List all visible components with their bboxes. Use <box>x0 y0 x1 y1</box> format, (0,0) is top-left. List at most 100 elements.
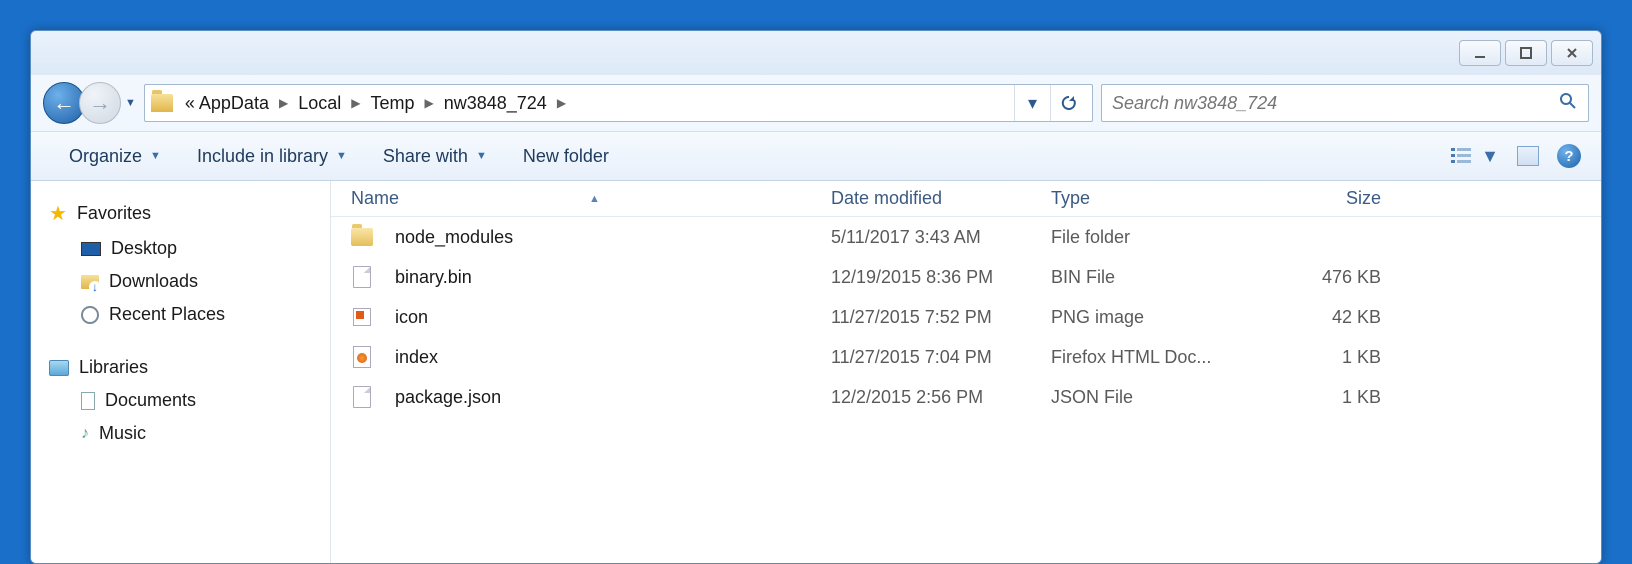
file-size: 1 KB <box>1281 347 1401 368</box>
chevron-right-icon[interactable]: ▶ <box>271 96 296 110</box>
organize-button[interactable]: Organize▼ <box>51 140 179 173</box>
preview-pane-button[interactable] <box>1517 146 1539 166</box>
content-area: ★ Favorites Desktop Downloads Recent Plac… <box>31 181 1601 563</box>
chevron-right-icon[interactable]: ▶ <box>416 96 441 110</box>
html-icon <box>351 346 373 368</box>
column-size-header[interactable]: Size <box>1281 188 1401 209</box>
file-name: package.json <box>395 387 501 408</box>
file-size: 1 KB <box>1281 387 1401 408</box>
breadcrumb: « AppData ▶ Local ▶ Temp ▶ nw3848_724 ▶ <box>183 93 1014 114</box>
search-icon[interactable] <box>1558 91 1578 116</box>
sidebar-favorites[interactable]: ★ Favorites <box>41 195 320 232</box>
file-size: 476 KB <box>1281 267 1401 288</box>
file-type: BIN File <box>1051 267 1281 288</box>
new-folder-label: New folder <box>523 146 609 167</box>
file-type: PNG image <box>1051 307 1281 328</box>
column-headers: Name ▲ Date modified Type Size <box>331 181 1601 217</box>
sidebar-item-label: Libraries <box>79 357 148 378</box>
sidebar-item-label: Desktop <box>111 238 177 259</box>
explorer-window: ← → ▼ « AppData ▶ Local ▶ Temp ▶ nw3848_… <box>30 30 1602 564</box>
caret-down-icon: ▼ <box>476 150 487 162</box>
organize-label: Organize <box>69 146 142 167</box>
file-row[interactable]: node_modules 5/11/2017 3:43 AMFile folder <box>331 217 1601 257</box>
close-button[interactable] <box>1551 40 1593 66</box>
file-name: node_modules <box>395 227 513 248</box>
breadcrumb-segment[interactable]: Local <box>296 93 343 114</box>
sidebar-item-label: Music <box>99 423 146 444</box>
toolbar-right: ▼ ? <box>1451 144 1581 168</box>
search-box <box>1101 84 1589 122</box>
file-name: icon <box>395 307 428 328</box>
png-icon <box>351 306 373 328</box>
sidebar-item-label: Favorites <box>77 203 151 224</box>
breadcrumb-segment[interactable]: Temp <box>368 93 416 114</box>
sort-ascending-icon: ▲ <box>589 193 600 205</box>
nav-buttons: ← → ▼ <box>43 82 136 124</box>
file-date: 12/19/2015 8:36 PM <box>831 267 1051 288</box>
library-icon <box>49 360 69 376</box>
file-size: 42 KB <box>1281 307 1401 328</box>
sidebar-documents[interactable]: Documents <box>41 384 320 417</box>
sidebar-recent-places[interactable]: Recent Places <box>41 298 320 331</box>
navigation-row: ← → ▼ « AppData ▶ Local ▶ Temp ▶ nw3848_… <box>31 75 1601 131</box>
caret-down-icon: ▼ <box>1481 146 1499 167</box>
search-input[interactable] <box>1112 93 1558 114</box>
file-row[interactable]: index 11/27/2015 7:04 PMFirefox HTML Doc.… <box>331 337 1601 377</box>
include-in-library-button[interactable]: Include in library ▼ <box>179 140 365 173</box>
breadcrumb-segment[interactable]: nw3848_724 <box>442 93 549 114</box>
file-date: 12/2/2015 2:56 PM <box>831 387 1051 408</box>
list-view-icon <box>1451 147 1473 165</box>
file-type: Firefox HTML Doc... <box>1051 347 1281 368</box>
folder-icon <box>151 94 173 112</box>
navigation-pane: ★ Favorites Desktop Downloads Recent Plac… <box>31 181 331 563</box>
sidebar-downloads[interactable]: Downloads <box>41 265 320 298</box>
chevron-right-icon[interactable]: ▶ <box>549 96 574 110</box>
file-type: JSON File <box>1051 387 1281 408</box>
refresh-button[interactable] <box>1050 85 1086 121</box>
column-type-header[interactable]: Type <box>1051 188 1281 209</box>
column-name-header[interactable]: Name ▲ <box>351 188 831 209</box>
downloads-icon <box>81 275 99 289</box>
minimize-button[interactable] <box>1459 40 1501 66</box>
sidebar-item-label: Recent Places <box>109 304 225 325</box>
include-label: Include in library <box>197 146 328 167</box>
column-date-header[interactable]: Date modified <box>831 188 1051 209</box>
breadcrumb-segment[interactable]: AppData <box>197 93 271 114</box>
music-icon: ♪ <box>81 425 89 443</box>
star-icon: ★ <box>49 201 67 226</box>
file-name: index <box>395 347 438 368</box>
titlebar <box>31 31 1601 75</box>
maximize-button[interactable] <box>1505 40 1547 66</box>
desktop-icon <box>81 242 101 256</box>
nav-history-dropdown[interactable]: ▼ <box>125 97 136 109</box>
sidebar-desktop[interactable]: Desktop <box>41 232 320 265</box>
chevron-right-icon[interactable]: ▶ <box>343 96 368 110</box>
file-icon <box>351 266 373 288</box>
address-bar[interactable]: « AppData ▶ Local ▶ Temp ▶ nw3848_724 ▶ … <box>144 84 1093 122</box>
sidebar-libraries[interactable]: Libraries <box>41 351 320 384</box>
sidebar-item-label: Documents <box>105 390 196 411</box>
file-name: binary.bin <box>395 267 472 288</box>
help-icon[interactable]: ? <box>1557 144 1581 168</box>
view-options-button[interactable]: ▼ <box>1451 146 1499 167</box>
window-controls <box>1459 40 1593 66</box>
file-icon <box>351 386 373 408</box>
file-row[interactable]: package.json 12/2/2015 2:56 PMJSON File1 … <box>331 377 1601 417</box>
column-label: Name <box>351 188 399 209</box>
document-icon <box>81 392 95 410</box>
share-with-button[interactable]: Share with▼ <box>365 140 505 173</box>
file-date: 5/11/2017 3:43 AM <box>831 227 1051 248</box>
sidebar-music[interactable]: ♪ Music <box>41 417 320 450</box>
file-date: 11/27/2015 7:04 PM <box>831 347 1051 368</box>
file-list-pane: Name ▲ Date modified Type Size node_modul… <box>331 181 1601 563</box>
forward-button[interactable]: → <box>79 82 121 124</box>
file-type: File folder <box>1051 227 1281 248</box>
breadcrumb-prefix: « <box>183 93 197 114</box>
file-row[interactable]: icon11/27/2015 7:52 PMPNG image42 KB <box>331 297 1601 337</box>
recent-icon <box>81 306 99 324</box>
address-dropdown[interactable]: ▾ <box>1014 85 1050 121</box>
file-row[interactable]: binary.bin 12/19/2015 8:36 PMBIN File476 … <box>331 257 1601 297</box>
new-folder-button[interactable]: New folder <box>505 140 627 173</box>
caret-down-icon: ▼ <box>336 150 347 162</box>
address-controls: ▾ <box>1014 85 1086 121</box>
